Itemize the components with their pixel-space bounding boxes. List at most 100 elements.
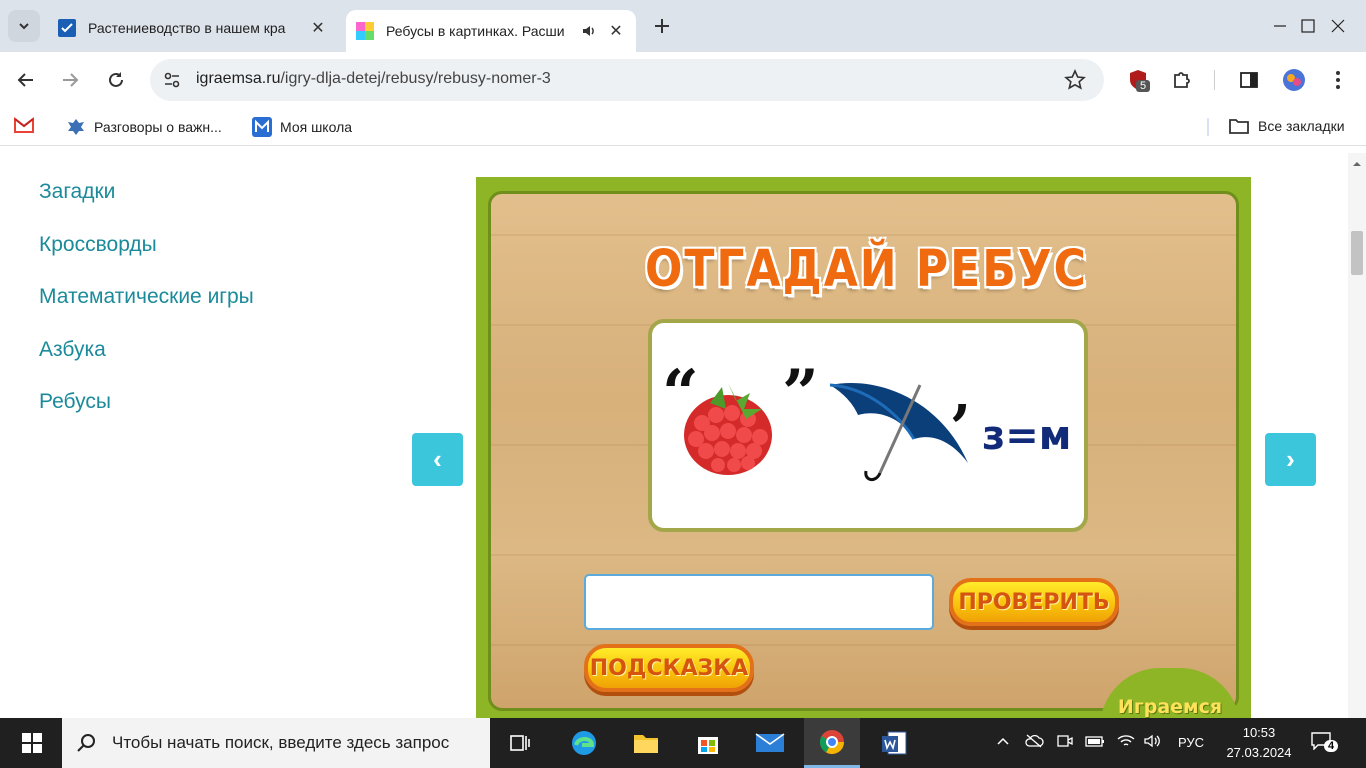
notification-count: 4 — [1324, 740, 1339, 752]
taskbar-edge[interactable] — [556, 718, 612, 768]
menu-item-krossvordy[interactable]: Кроссворды — [39, 233, 157, 257]
toolbar-divider — [1214, 70, 1215, 90]
rebus-equation: з=м — [982, 413, 1071, 459]
windows-logo-icon — [22, 733, 42, 753]
url-domain: igraemsa.ru — [196, 70, 281, 87]
extension-shield-button[interactable]: 5 — [1126, 68, 1151, 92]
bookmark-label: Разговоры о важн... — [94, 119, 222, 135]
volume-icon[interactable] — [1143, 733, 1163, 749]
extensions-button[interactable] — [1170, 68, 1194, 92]
avatar-icon — [1283, 69, 1305, 91]
close-icon — [1331, 19, 1345, 33]
bookmark-gmail[interactable] — [14, 117, 34, 133]
reload-icon — [109, 72, 123, 87]
puzzle-piece-icon — [1174, 72, 1190, 88]
all-bookmarks-button[interactable]: Все закладки — [1228, 117, 1345, 135]
taskbar-explorer[interactable] — [618, 718, 674, 768]
bookmarks-bar: Разговоры о важн... Моя школа Все заклад… — [0, 108, 1366, 146]
site-settings-icon[interactable] — [162, 70, 182, 90]
scrollbar-thumb[interactable] — [1351, 231, 1363, 275]
plus-icon — [655, 19, 669, 33]
notification-button[interactable]: 4 — [1310, 730, 1350, 756]
language-indicator[interactable]: РУС — [1178, 735, 1204, 750]
menu-item-math-games[interactable]: Математические игры — [39, 285, 254, 309]
clock-time: 10:53 — [1242, 725, 1276, 740]
next-rebus-button[interactable]: › — [1265, 433, 1316, 486]
reload-button[interactable] — [102, 66, 130, 94]
tab-rebusy[interactable]: Ребусы в картинках. Расши ✕ — [346, 10, 636, 52]
wood-grain — [491, 234, 1236, 236]
speaker-icon[interactable] — [580, 22, 598, 40]
answer-input[interactable] — [584, 574, 934, 630]
scroll-up-icon[interactable] — [1348, 157, 1366, 169]
show-hidden-icons[interactable] — [995, 733, 1011, 749]
back-button[interactable] — [12, 66, 40, 94]
quote-close-glyph: ” — [782, 356, 819, 431]
igraemsa-logo: Играемся — [1100, 668, 1240, 718]
wood-grain — [491, 554, 1236, 556]
taskbar-mail[interactable] — [742, 718, 798, 768]
chevron-down-icon — [19, 23, 29, 30]
taskbar-store[interactable] — [680, 718, 736, 768]
umbrella-icon — [829, 383, 968, 481]
wifi-icon[interactable] — [1116, 733, 1136, 749]
search-placeholder: Чтобы начать поиск, введите здесь запрос — [112, 733, 450, 752]
cloud-offline-icon[interactable] — [1024, 733, 1044, 749]
windows-taskbar: Чтобы начать поиск, введите здесь запрос — [0, 718, 1366, 768]
rebus-game-frame: ОТГАДАЙ РЕБУС “ ” , з=м ПРОВЕРИТЬ ПОДСКА… — [476, 177, 1251, 718]
side-panel-button[interactable] — [1237, 68, 1261, 92]
browser-toolbar: igraemsa.ru/igry-dlja-detej/rebusy/rebus… — [0, 52, 1366, 108]
menu-item-rebusy[interactable]: Ребусы — [39, 390, 111, 414]
more-vertical-icon — [1336, 71, 1340, 89]
page-content: Загадки Кроссворды Математические игры А… — [0, 153, 1348, 718]
extension-badge: 5 — [1136, 80, 1151, 92]
tab-rastenievodstvo[interactable]: Растениеводство в нашем кра ✕ — [48, 10, 338, 46]
check-button[interactable]: ПРОВЕРИТЬ — [949, 578, 1119, 626]
tab-close-icon[interactable]: ✕ — [306, 16, 330, 40]
tab-close-icon[interactable]: ✕ — [604, 19, 628, 43]
moya-shkola-icon — [252, 117, 272, 137]
forward-button[interactable] — [56, 66, 84, 94]
colorful-favicon-icon — [356, 22, 374, 40]
chrome-icon — [819, 729, 844, 754]
side-panel-icon — [1240, 72, 1258, 88]
browser-window: Растениеводство в нашем кра ✕ Ребусы в к… — [0, 0, 1366, 768]
bookmark-moya-shkola[interactable]: Моя школа — [252, 117, 352, 137]
eagle-emblem-icon — [68, 119, 84, 135]
folder-icon — [634, 735, 658, 753]
rebus-picture-card: “ ” , з=м — [648, 319, 1088, 532]
taskbar-word[interactable] — [866, 718, 922, 768]
close-window-button[interactable] — [1310, 0, 1366, 52]
checkmark-favicon-icon — [58, 19, 76, 37]
battery-icon[interactable] — [1084, 733, 1106, 749]
gmail-icon — [14, 117, 34, 133]
bookmark-star-icon[interactable] — [1064, 69, 1086, 91]
tab-bar: Растениеводство в нашем кра ✕ Ребусы в к… — [0, 0, 1366, 52]
taskbar-search[interactable]: Чтобы начать поиск, введите здесь запрос — [62, 718, 490, 768]
start-button[interactable] — [4, 718, 60, 768]
page-scrollbar[interactable] — [1348, 153, 1366, 718]
hint-button[interactable]: ПОДСКАЗКА — [584, 644, 754, 692]
word-icon — [882, 731, 907, 755]
tab-search-button[interactable] — [8, 10, 40, 42]
task-view-button[interactable] — [492, 718, 548, 768]
camera-icon[interactable] — [1056, 733, 1074, 749]
bookmarks-divider — [1207, 118, 1209, 136]
address-bar[interactable]: igraemsa.ru/igry-dlja-detej/rebusy/rebus… — [150, 59, 1104, 101]
menu-item-azbuka[interactable]: Азбука — [39, 338, 106, 362]
all-bookmarks-label: Все закладки — [1258, 118, 1345, 134]
url-text[interactable]: igraemsa.ru/igry-dlja-detej/rebusy/rebus… — [196, 70, 551, 88]
bookmark-razgovory[interactable]: Разговоры о важн... — [66, 117, 222, 137]
new-tab-button[interactable] — [648, 12, 676, 40]
tab-title: Ребусы в картинках. Расши — [386, 23, 565, 39]
prev-rebus-button[interactable]: ‹ — [412, 433, 463, 486]
browser-menu-button[interactable] — [1326, 68, 1350, 92]
taskbar-chrome[interactable] — [804, 718, 860, 768]
menu-item-zagadki[interactable]: Загадки — [39, 180, 115, 204]
bookmark-label: Моя школа — [280, 119, 353, 135]
clock[interactable]: 10:53 27.03.2024 — [1216, 723, 1302, 763]
clock-date: 27.03.2024 — [1226, 745, 1292, 760]
folder-icon — [1229, 119, 1249, 134]
arrow-left-icon — [17, 73, 33, 87]
profile-avatar[interactable] — [1282, 68, 1306, 92]
